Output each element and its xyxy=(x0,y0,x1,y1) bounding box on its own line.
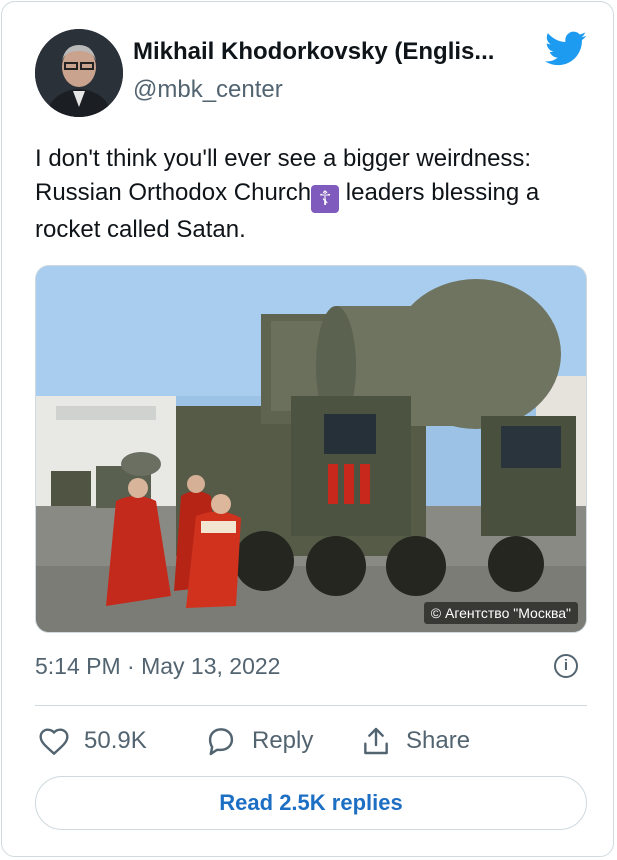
author-handle[interactable]: @mbk_center xyxy=(133,76,283,104)
tweet-card: Mikhail Khodorkovsky (Englis... @mbk_cen… xyxy=(1,1,614,857)
author-name[interactable]: Mikhail Khodorkovsky (Englis... xyxy=(133,38,494,66)
twitter-bird-icon[interactable] xyxy=(545,31,587,67)
share-label: Share xyxy=(406,727,471,754)
tweet-photo[interactable]: © Агентство "Москва" xyxy=(35,265,587,633)
like-count: 50.9K xyxy=(84,727,147,754)
info-icon[interactable]: i xyxy=(554,654,578,678)
reply-icon xyxy=(208,728,234,756)
photo-credit: © Агентство "Москва" xyxy=(423,602,578,624)
share-button[interactable]: Share xyxy=(360,724,470,758)
timestamp[interactable]: 5:14 PM · May 13, 2022 xyxy=(35,653,280,680)
divider xyxy=(35,705,587,706)
read-replies-button[interactable]: Read 2.5K replies xyxy=(35,776,587,830)
share-icon xyxy=(364,727,388,755)
heart-icon xyxy=(39,728,69,756)
reply-label: Reply xyxy=(252,727,314,754)
avatar[interactable] xyxy=(35,29,123,117)
like-button[interactable]: 50.9K xyxy=(38,724,147,758)
tweet-text: I don't think you'll ever see a bigger w… xyxy=(35,142,595,247)
reply-button[interactable]: Reply xyxy=(204,724,313,758)
orthodox-cross-icon: ☦ xyxy=(311,185,340,213)
